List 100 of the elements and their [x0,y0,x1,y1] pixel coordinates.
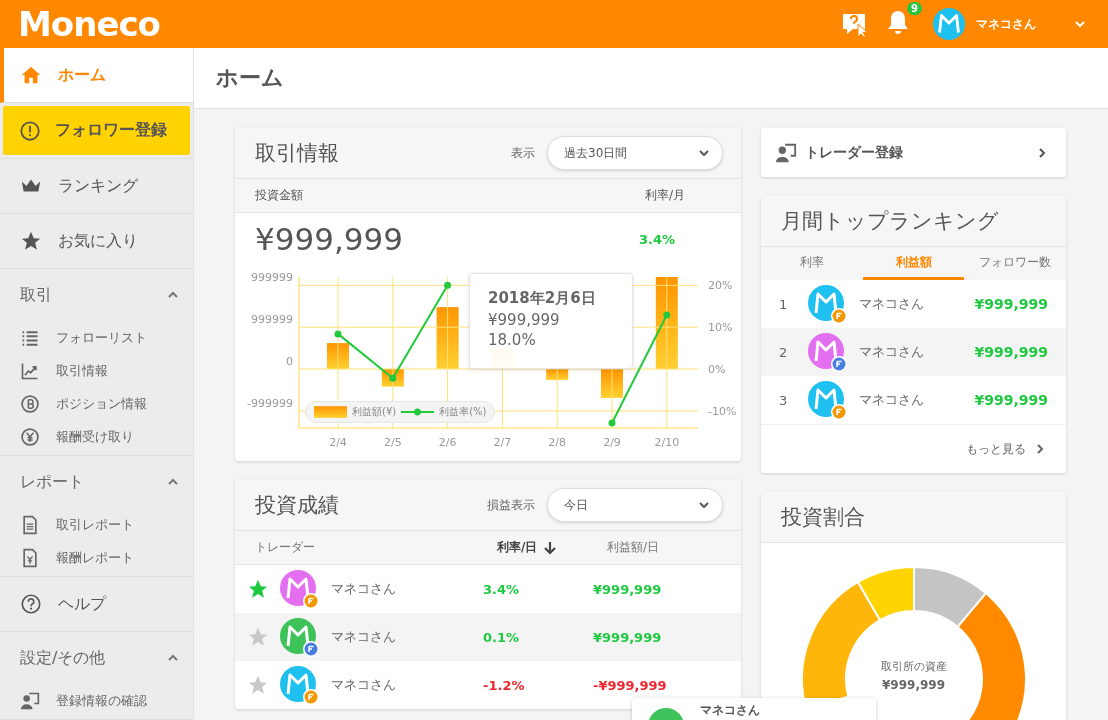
sidebar-item[interactable]: 登録情報の確認 [0,684,193,717]
profit-value: ¥999,999 [974,392,1048,408]
axis-tick-label: 2/8 [548,436,567,449]
axis-tick-label: 999999 [251,313,293,327]
sidebar-section[interactable]: レポート [0,456,193,508]
rate-cell-text: 3.4% [483,581,521,597]
profit-cell: ¥999,999 [593,629,662,645]
card-title: 投資成績 [255,492,340,519]
trader-name[interactable]: マネコさん [331,580,483,598]
axis-tick-label: 999999 [251,271,293,285]
column-header[interactable]: 利率/日 [497,539,607,556]
legend-label: 利益率(%) [439,405,487,419]
tooltip-date: 2018年2月6日 [488,288,597,308]
follower-register-button[interactable]: フォロワー登録 [3,106,190,155]
home-icon [20,64,42,86]
bar-swatch-icon [314,406,347,418]
card-title: 月間トップランキング [781,208,1000,235]
rank-number: 1 [779,296,789,312]
axis-tick-label: 10% [708,321,733,335]
filter-label: 表示 [511,144,535,162]
profit-value: ¥999,999 [974,344,1048,360]
sidebar-item[interactable]: 報酬受け取り [0,420,193,453]
chevron-icon [698,499,710,511]
sidebar-item[interactable]: ヘルプ [0,577,193,632]
rate-value: 3.4% [638,231,675,247]
sidebar-item[interactable]: ポジション情報 [0,387,193,420]
sort-down-icon [543,540,558,555]
chevron-icon [698,147,710,159]
sidebar-item[interactable]: ランキング [0,159,193,214]
axis-tick-label: -999999 [247,396,293,410]
chevron-right-icon [1036,146,1048,159]
chevron-right-icon [1034,443,1046,455]
line-swatch-icon [401,406,435,418]
amount-value: ¥999,999 [255,221,403,257]
tooltip-amount: ¥999,999 [488,310,561,330]
rate-cell-text: -1.2% [483,677,526,693]
donut-slice[interactable] [856,566,915,622]
card-title: 取引情報 [255,140,340,167]
data-point[interactable] [663,311,671,319]
bar[interactable] [327,343,349,369]
profit-value: ¥999,999 [974,296,1048,312]
trader-name[interactable]: マネコさん [859,343,975,361]
bar[interactable] [436,307,459,369]
favorite-star-icon[interactable] [247,578,269,600]
user-card-icon [775,141,797,164]
card-title: 投資割合 [781,504,866,531]
sidebar-item[interactable]: 取引情報 [0,354,193,387]
bar[interactable] [655,277,678,369]
rank-number: 2 [779,344,789,360]
yen-document-icon [20,547,40,568]
donut-slice[interactable] [912,566,987,628]
sidebar-section[interactable]: 取引 [0,269,193,321]
axis-tick-label: 2/6 [438,436,457,449]
avatar-icon[interactable] [932,7,966,41]
trader-name[interactable]: マネコさん [331,676,483,694]
period-dropdown[interactable]: 今日 [547,488,723,522]
column-label: 利率/月 [644,187,685,204]
rank-number: 3 [779,392,789,408]
axis-tick-label: 2/7 [493,436,512,449]
help-icon [20,593,42,615]
sidebar-section[interactable]: 設定/その他 [0,632,193,684]
tab[interactable]: フォロワー数 [964,247,1066,280]
more-link[interactable]: もっと見る [966,440,1026,458]
trader-name[interactable]: マネコさん [859,391,975,409]
data-point[interactable] [389,374,397,382]
donut-center-value: ¥999,999 [882,678,945,692]
filter-label: 損益表示 [487,496,535,514]
profit-cell: -¥999,999 [593,677,667,693]
donut-center-label: 取引所の資産 [880,660,947,674]
notification-badge: 9 [907,2,922,15]
bar[interactable] [546,369,569,380]
profit-cell: ¥999,999 [593,581,662,597]
period-dropdown[interactable]: 過去30日間 [547,136,723,170]
sidebar-item[interactable]: フォローリスト [0,321,193,354]
donut-slice[interactable] [956,592,1027,720]
legend-label: 利益額(¥) [352,405,397,419]
column-header[interactable]: 利益額/日 [607,539,660,556]
dropdown-chevron-icon [1074,18,1086,30]
rate-cell-text: 0.1% [483,629,521,645]
trader-name[interactable]: マネコさん [859,295,975,313]
sidebar-item[interactable]: お気に入り [0,214,193,269]
column-header[interactable]: トレーダー [255,539,497,556]
axis-tick-label: 2/9 [603,436,621,449]
data-point[interactable] [444,281,452,289]
column-label: 投資金額 [255,187,303,204]
coin-icon [20,393,40,414]
alert-icon [19,119,41,142]
data-point[interactable] [608,419,616,427]
axis-tick-label: 2/4 [329,436,347,449]
favorite-star-icon[interactable] [247,674,269,696]
tab[interactable]: 利率 [761,247,863,280]
sidebar-item[interactable]: 取引レポート [0,508,193,541]
favorite-star-icon[interactable] [247,626,269,648]
data-point[interactable] [334,330,342,338]
trader-register-button[interactable]: トレーダー登録 [761,128,1066,177]
yen-coin-icon [20,426,40,447]
trader-name[interactable]: マネコさん [331,628,483,646]
axis-tick-label: 2/10 [654,436,680,449]
sidebar-item[interactable]: 報酬レポート [0,541,193,574]
user-card-icon [20,690,40,711]
